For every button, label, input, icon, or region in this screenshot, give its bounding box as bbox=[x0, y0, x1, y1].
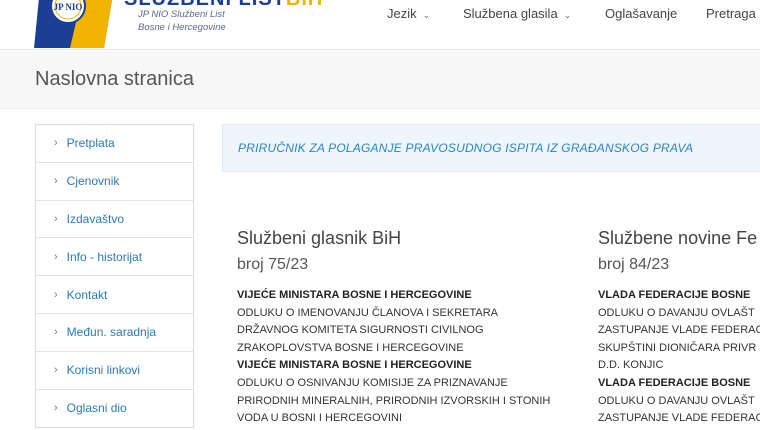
gazette-title[interactable]: Službeni glasnik BiH bbox=[237, 228, 577, 249]
gazette-contents: VLADA FEDERACIJE BOSNE ODLUKU O DAVANJU … bbox=[598, 287, 760, 428]
gazette-document-line[interactable]: ZASTUPANJE VLADE FEDERAC bbox=[598, 410, 760, 428]
sidebar-item-label: Međun. saradnja bbox=[66, 325, 157, 340]
gazette-document-line[interactable]: ODLUKU O IMENOVANJU ČLANOVA I SEKRETARA bbox=[237, 305, 577, 323]
sidebar-item-cjenovnik[interactable]: › Cjenovnik bbox=[36, 163, 193, 201]
gazette-document-line[interactable]: ODLUKU O DAVANJU OVLAŠT bbox=[598, 393, 760, 411]
gazette-document-line[interactable]: DRŽAVNOG KOMITETA SIGURNOSTI CIVILNOG bbox=[237, 322, 577, 340]
sidebar-item-izdavastvo[interactable]: › Izdavaštvo bbox=[36, 201, 193, 239]
sidebar-item-medun-saradnja[interactable]: › Međun. saradnja bbox=[36, 314, 193, 352]
gazette-issuer: VLADA FEDERACIJE BOSNE bbox=[598, 376, 751, 389]
chevron-right-icon: › bbox=[54, 402, 58, 415]
gazette-document-line[interactable]: SKUPŠTINI DIONIČARA PRIVR bbox=[598, 340, 760, 358]
sidebar-item-pretplata[interactable]: › Pretplata bbox=[36, 125, 193, 163]
logo-badge-text: JP NIO bbox=[54, 2, 83, 12]
sidebar-item-label: Info - historijat bbox=[66, 249, 143, 264]
gazette-issuer: VLADA FEDERACIJE BOSNE bbox=[598, 289, 751, 301]
gazette-document-line[interactable]: D.D. KONJIC bbox=[598, 357, 760, 375]
sidebar-item-label: Pretplata bbox=[66, 136, 115, 151]
gazette-card: Službene novine Fe broj 84/23 VLADA FEDE… bbox=[598, 228, 760, 428]
site-header: JP NIO SLUŽBENI LISTBiH JP NIO Službeni … bbox=[0, 0, 760, 50]
chevron-down-icon: ⌄ bbox=[563, 10, 572, 20]
gazette-document-line[interactable]: ODLUKU O DAVANJU OVLAŠT bbox=[598, 305, 760, 323]
chevron-right-icon: › bbox=[54, 250, 58, 263]
chevron-right-icon: › bbox=[54, 137, 58, 150]
gazette-issuer: VIJEĆE MINISTARA BOSNE I HERCEGOVINE bbox=[237, 359, 472, 372]
gazette-issue[interactable]: broj 84/23 bbox=[598, 256, 760, 274]
gazette-document-line[interactable]: ZRAKOPLOVSTVA BOSNE I HERCEGOVINE bbox=[237, 340, 577, 358]
nav-item-sluzbena-glasila[interactable]: Službena glasila ⌄ bbox=[463, 6, 571, 21]
gazette-document-line[interactable]: VODA U BOSNI I HERCEGOVINI bbox=[237, 410, 577, 428]
banner-link[interactable]: PRIRUČNIK ZA POLAGANJE PRAVOSUDNOG ISPIT… bbox=[238, 141, 693, 155]
sidebar-item-label: Cjenovnik bbox=[66, 174, 120, 189]
logo-subtitle-line1: JP NIO Službeni List bbox=[138, 9, 225, 20]
chevron-right-icon: › bbox=[54, 288, 58, 301]
nav-item-label: Oglašavanje bbox=[605, 6, 678, 21]
gazette-issuer: VIJEĆE MINISTARA BOSNE I HERCEGOVINE bbox=[237, 289, 472, 301]
chevron-right-icon: › bbox=[54, 364, 58, 377]
nav-item-jezik[interactable]: Jezik ⌄ bbox=[387, 6, 430, 21]
sidebar-item-info-historijat[interactable]: › Info - historijat bbox=[36, 238, 193, 277]
logo-subtitle-line2: Bosne i Hercegovine bbox=[138, 22, 226, 33]
sidebar-item-oglasni-dio[interactable]: › Oglasni dio bbox=[36, 390, 193, 428]
sidebar-item-label: Izdavaštvo bbox=[66, 211, 125, 226]
sidebar-item-label: Korisni linkovi bbox=[66, 363, 141, 378]
nav-item-pretraga[interactable]: Pretraga bbox=[706, 6, 756, 21]
gazette-card: Službeni glasnik BiH broj 75/23 VIJEĆE M… bbox=[237, 228, 577, 428]
chevron-right-icon: › bbox=[54, 175, 58, 188]
sidebar-menu: › Pretplata › Cjenovnik › Izdavaštvo › Info … bbox=[35, 124, 194, 429]
sidebar-item-kontakt[interactable]: › Kontakt bbox=[36, 276, 193, 314]
gazette-document-line[interactable]: ZASTUPANJE VLADE FEDERAC bbox=[598, 322, 760, 340]
sidebar-item-label: Oglasni dio bbox=[66, 401, 127, 416]
nav-item-label: Službena glasila bbox=[463, 6, 558, 21]
nav-item-oglasavanje[interactable]: Oglašavanje bbox=[605, 6, 677, 21]
chevron-right-icon: › bbox=[54, 212, 58, 225]
nav-item-label: Jezik bbox=[387, 6, 417, 21]
logo-wordmark-accent: BiH bbox=[286, 0, 323, 10]
gazette-document-line[interactable]: PRIRODNIH MINERALNIH, PRIRODNIH IZVORSKI… bbox=[237, 393, 577, 411]
chevron-down-icon: ⌄ bbox=[422, 10, 431, 20]
title-band: Naslovna stranica bbox=[0, 51, 760, 109]
logo-shield-icon[interactable]: JP NIO bbox=[34, 0, 116, 48]
nav-item-label: Pretraga bbox=[706, 6, 756, 21]
gazette-title[interactable]: Službene novine Fe bbox=[598, 228, 760, 249]
chevron-right-icon: › bbox=[54, 326, 58, 339]
sidebar-item-label: Kontakt bbox=[66, 287, 108, 302]
page-title: Naslovna stranica bbox=[35, 68, 194, 90]
gazette-issue[interactable]: broj 75/23 bbox=[237, 256, 577, 274]
announcement-banner: PRIRUČNIK ZA POLAGANJE PRAVOSUDNOG ISPIT… bbox=[222, 124, 760, 172]
gazette-document-line[interactable]: ODLUKU O OSNIVANJU KOMISIJE ZA PRIZNAVAN… bbox=[237, 375, 577, 393]
gazette-contents: VIJEĆE MINISTARA BOSNE I HERCEGOVINE ODL… bbox=[237, 287, 577, 428]
sidebar-item-korisni-linkovi[interactable]: › Korisni linkovi bbox=[36, 352, 193, 390]
